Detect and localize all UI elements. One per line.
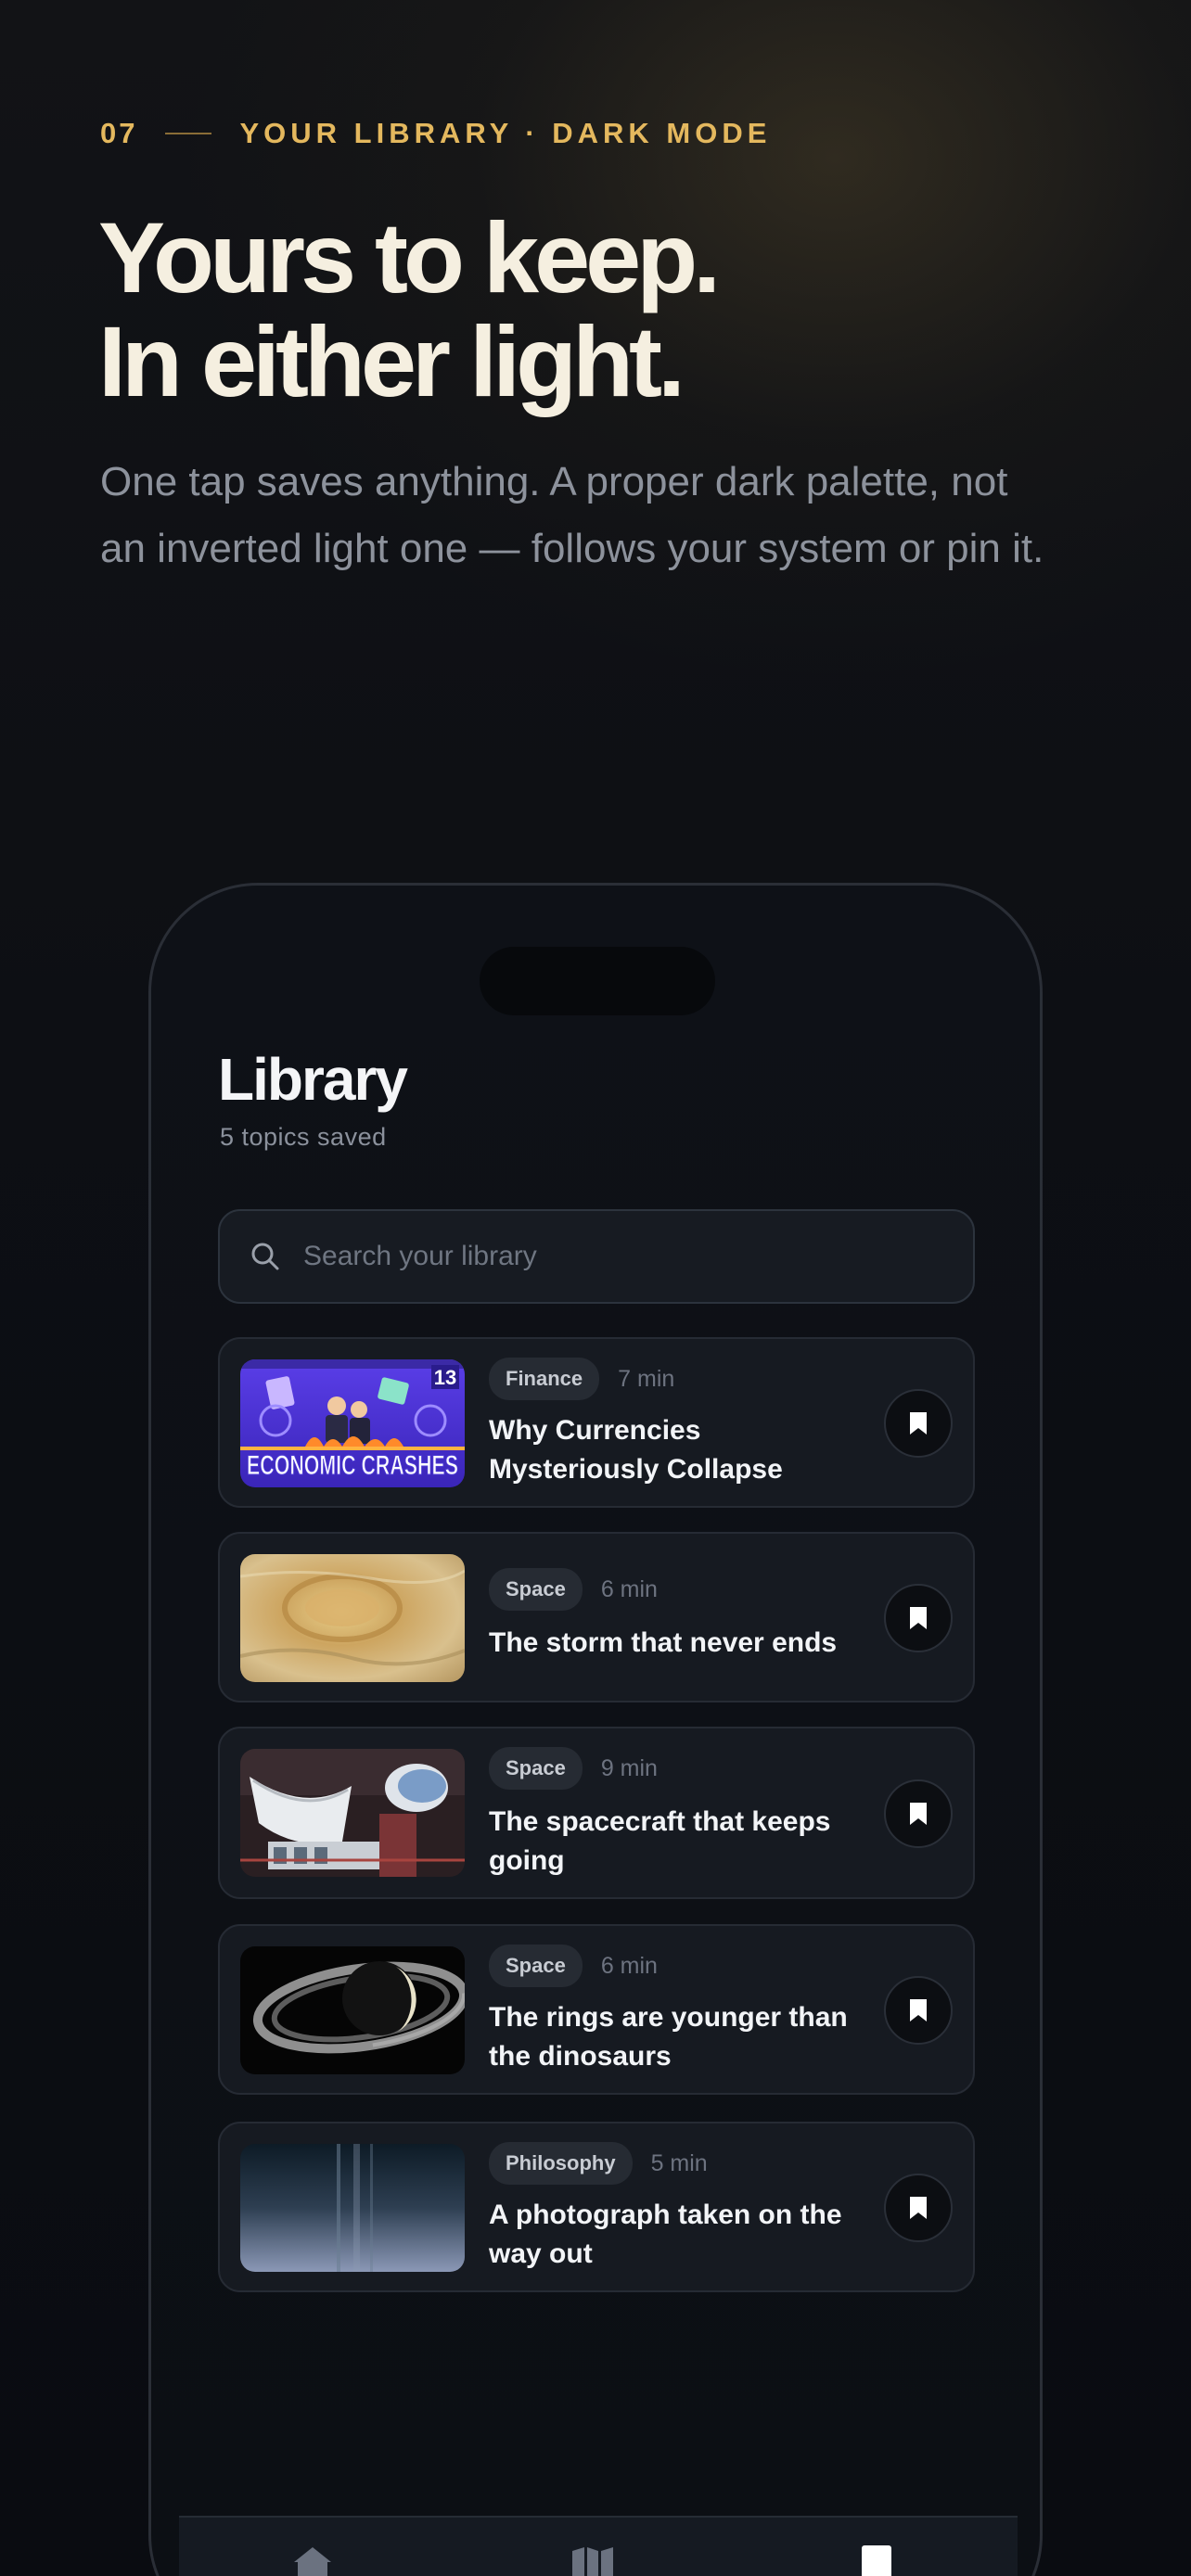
bookmark-button[interactable] xyxy=(884,1389,953,1458)
item-title: A photograph taken on the way out xyxy=(489,2200,842,2269)
bookmark-icon xyxy=(910,1999,927,2021)
bookmark-button[interactable] xyxy=(884,2174,953,2242)
read-duration: 6 min xyxy=(600,1575,658,1602)
thumbnail-spacecraft xyxy=(240,1749,465,1877)
section-number: 07 xyxy=(100,117,138,149)
category-tag: Space xyxy=(489,1945,583,1987)
read-duration: 6 min xyxy=(600,1952,658,1979)
section-label: YOUR LIBRARY · DARK MODE xyxy=(239,117,772,149)
bookmark-icon xyxy=(910,1607,927,1629)
meta-row: Finance 7 min xyxy=(489,1358,674,1400)
category-tag: Space xyxy=(489,1568,583,1611)
thumbnail-caption: ECONOMIC CRASHES xyxy=(247,1450,458,1481)
headline-line-1: Yours to keep. xyxy=(98,201,721,313)
meta-row: Philosophy 5 min xyxy=(489,2142,708,2185)
search-input[interactable]: Search your library xyxy=(218,1209,975,1304)
library-item[interactable]: Space 9 min The spacecraft that keeps go… xyxy=(218,1727,975,1899)
meta-row: Space 6 min xyxy=(489,1945,658,1987)
eyebrow-divider xyxy=(165,133,212,134)
search-placeholder: Search your library xyxy=(303,1241,537,1271)
item-title: The rings are younger than the dinosaurs xyxy=(489,2002,848,2072)
tab-map[interactable] xyxy=(570,2545,615,2576)
thumbnail-pale-blue-dot xyxy=(240,2144,465,2272)
category-tag: Philosophy xyxy=(489,2142,633,2185)
library-item[interactable]: 13 ECONOMIC CRASHES Finance 7 min Why Cu… xyxy=(218,1337,975,1508)
thumbnail-storm xyxy=(240,1554,465,1682)
item-title: The storm that never ends xyxy=(489,1627,838,1658)
search-icon xyxy=(251,1243,279,1270)
phone-mockup: Library 5 topics saved Search your libra… xyxy=(148,883,1043,2576)
library-item[interactable]: Philosophy 5 min A photograph taken on t… xyxy=(218,2122,975,2292)
read-duration: 7 min xyxy=(618,1365,675,1392)
headline-line-2: In either light. xyxy=(98,305,685,417)
thumbnail-image: 13 ECONOMIC CRASHES xyxy=(240,1359,465,1487)
read-duration: 5 min xyxy=(650,2149,708,2176)
tab-bar xyxy=(179,2516,1018,2576)
library-item[interactable]: Space 6 min The storm that never ends xyxy=(218,1532,975,1702)
bookmark-icon xyxy=(910,2197,927,2219)
item-title: The spacecraft that keeps going xyxy=(489,1806,831,1876)
thumbnail-badge: 13 xyxy=(434,1366,456,1389)
saved-count: 5 topics saved xyxy=(220,1123,387,1151)
tab-home[interactable] xyxy=(292,2545,333,2576)
bookmark-button[interactable] xyxy=(884,1779,953,1848)
bookmark-button[interactable] xyxy=(884,1584,953,1652)
subtitle: One tap saves anything. A proper dark pa… xyxy=(100,449,1121,582)
page-title: Library xyxy=(218,1046,408,1113)
subtitle-line-1: One tap saves anything. A proper dark pa… xyxy=(100,459,1008,504)
bookmark-button[interactable] xyxy=(884,1976,953,2045)
meta-row: Space 9 min xyxy=(489,1747,658,1790)
thumbnail-image xyxy=(240,2144,465,2272)
library-item[interactable]: Space 6 min The rings are younger than t… xyxy=(218,1924,975,2095)
dynamic-island xyxy=(480,947,715,1015)
thumbnail-saturn xyxy=(240,1946,465,2074)
book-icon xyxy=(862,2545,891,2576)
home-icon xyxy=(294,2547,331,2576)
category-tag: Finance xyxy=(489,1358,600,1400)
category-tag: Space xyxy=(489,1747,583,1790)
thumbnail-image xyxy=(240,1749,465,1877)
subtitle-line-2: an inverted light one — follows your sys… xyxy=(100,526,1044,571)
map-icon xyxy=(572,2547,613,2576)
thumbnail-image xyxy=(240,1554,465,1682)
page: 07 YOUR LIBRARY · DARK MODE Yours to kee… xyxy=(0,0,1191,2576)
thumbnail-image xyxy=(240,1946,465,2074)
bookmark-icon xyxy=(910,1412,927,1435)
meta-row: Space 6 min xyxy=(489,1568,658,1611)
section-eyebrow: 07 YOUR LIBRARY · DARK MODE xyxy=(100,117,771,150)
bookmark-icon xyxy=(910,1803,927,1825)
thumbnail-economic-crashes: 13 ECONOMIC CRASHES xyxy=(240,1359,465,1487)
read-duration: 9 min xyxy=(600,1754,658,1781)
tab-library[interactable] xyxy=(858,2545,895,2576)
headline: Yours to keep. In either light. xyxy=(98,201,721,417)
item-title: Why Currencies Mysteriously Collapse xyxy=(489,1415,783,1485)
